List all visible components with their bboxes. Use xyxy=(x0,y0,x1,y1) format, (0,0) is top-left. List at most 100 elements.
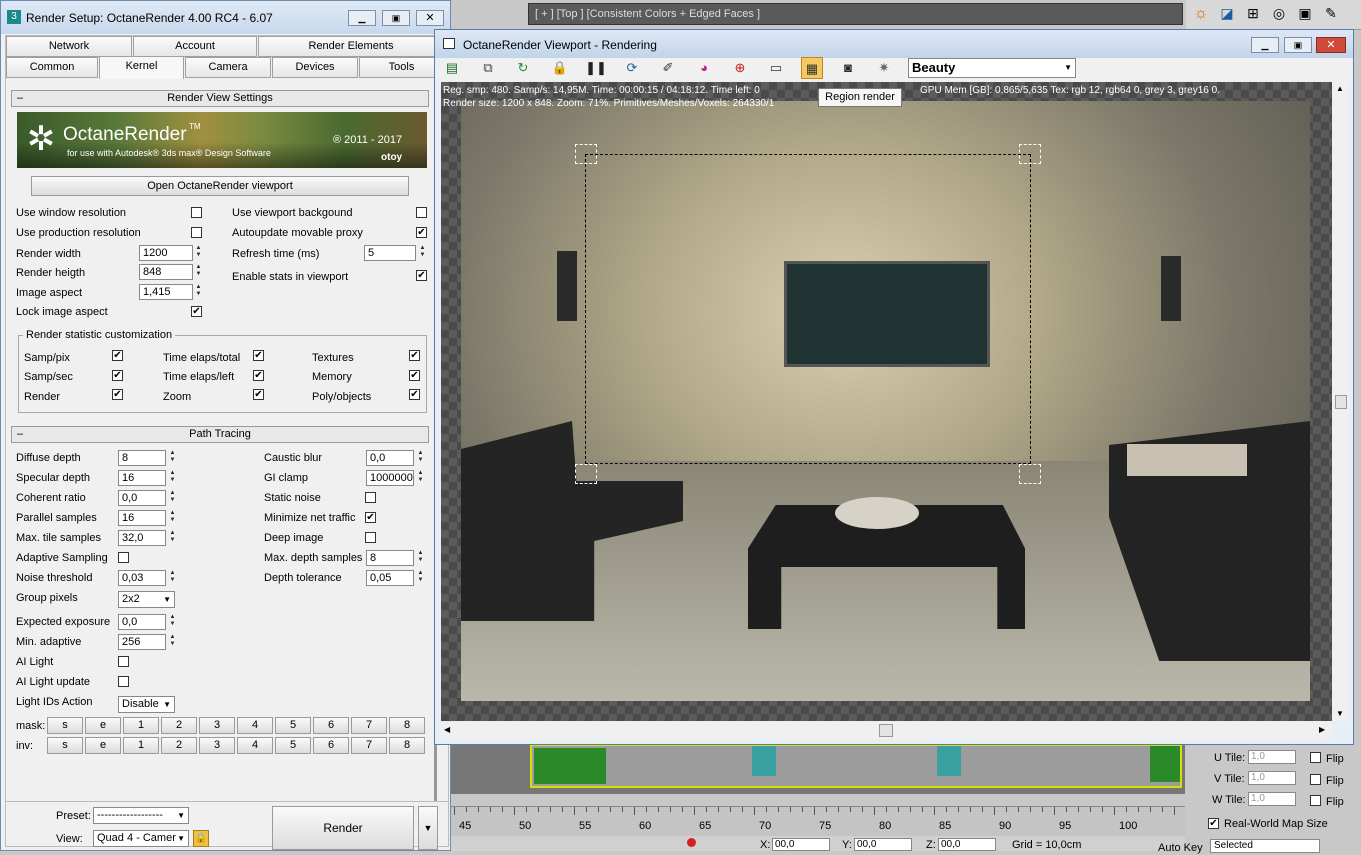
specular-depth-input[interactable]: 16 xyxy=(118,470,166,486)
material-picker-icon[interactable]: ◕ xyxy=(693,57,715,79)
stat-poly-check[interactable]: ✔ xyxy=(409,389,420,400)
render-height-input[interactable]: 848 xyxy=(139,264,193,280)
tab-tools[interactable]: Tools xyxy=(359,57,444,78)
tab-account[interactable]: Account xyxy=(133,36,257,57)
scroll-left-arrow[interactable]: ◀ xyxy=(444,725,450,734)
tab-devices[interactable]: Devices xyxy=(272,57,358,78)
maximize-button[interactable]: ▣ xyxy=(382,10,410,26)
mask-button-s[interactable]: s xyxy=(47,717,83,734)
preset-dropdown[interactable]: ------------------ ▼ xyxy=(93,807,189,824)
camera-icon[interactable]: ◙ xyxy=(837,57,859,79)
scroll-down-arrow[interactable]: ▼ xyxy=(1336,709,1344,718)
render-button[interactable]: Render xyxy=(272,806,414,850)
mask-button-6[interactable]: 6 xyxy=(313,717,349,734)
group-pixels-dropdown[interactable]: 2x2 ▼ xyxy=(118,591,175,608)
image-aspect-spinner[interactable]: ▲ ▼ xyxy=(194,284,203,300)
light-ids-dropdown[interactable]: Disable ▼ xyxy=(118,696,175,713)
render-options-dropdown[interactable]: ▼ xyxy=(418,806,438,850)
viewport-horizontal-scrollbar[interactable]: ◀ ▶ xyxy=(441,722,1332,739)
region-render-icon[interactable]: ▦ xyxy=(801,57,823,79)
target-icon[interactable]: ⊕ xyxy=(729,57,751,79)
close-button[interactable]: ✕ xyxy=(416,10,444,26)
render-setup-titlebar[interactable]: 3 Render Setup: OctaneRender 4.00 RC4 - … xyxy=(1,1,450,34)
tab-camera[interactable]: Camera xyxy=(185,57,271,78)
diffuse-depth-spinner[interactable]: ▲ ▼ xyxy=(168,450,177,466)
inv-button-4[interactable]: 4 xyxy=(237,737,273,754)
w-flip-check[interactable] xyxy=(1310,795,1321,806)
expected-exposure-input[interactable]: 0,0 xyxy=(118,614,166,630)
lock-aspect-check[interactable]: ✔ xyxy=(191,306,202,317)
coord-y-field[interactable]: 00,0 xyxy=(854,838,912,851)
deep-image-check[interactable] xyxy=(365,532,376,543)
tab-network[interactable]: Network xyxy=(6,36,132,57)
inv-button-1[interactable]: 1 xyxy=(123,737,159,754)
stat-render-check[interactable]: ✔ xyxy=(112,389,123,400)
scroll-thumb-h[interactable] xyxy=(879,724,893,737)
region-handle-tr[interactable] xyxy=(1019,144,1041,164)
time-ruler[interactable]: 45 50 55 60 65 70 75 80 85 90 95 100 xyxy=(450,806,1185,836)
restart-icon[interactable]: ↻ xyxy=(512,57,534,79)
pause-icon[interactable]: ❚❚ xyxy=(585,57,607,79)
render-width-input[interactable]: 1200 xyxy=(139,245,193,261)
noise-threshold-spinner[interactable]: ▲ ▼ xyxy=(168,570,177,586)
refresh-time-input[interactable]: 5 xyxy=(364,245,416,261)
tab-render-elements[interactable]: Render Elements xyxy=(258,36,444,57)
inv-button-s[interactable]: s xyxy=(47,737,83,754)
max-top-viewport[interactable]: [ + ] [Top ] [Consistent Colors + Edged … xyxy=(528,3,1183,25)
noise-threshold-input[interactable]: 0,03 xyxy=(118,570,166,586)
region-handle-br[interactable] xyxy=(1019,464,1041,484)
hierarchy-icon[interactable]: ⊞ xyxy=(1242,5,1264,25)
scroll-up-arrow[interactable]: ▲ xyxy=(1336,84,1344,93)
max-tile-spinner[interactable]: ▲ ▼ xyxy=(168,530,177,546)
mask-button-3[interactable]: 3 xyxy=(199,717,235,734)
use-viewport-bg-check[interactable] xyxy=(416,207,427,218)
scroll-right-arrow[interactable]: ▶ xyxy=(1319,725,1325,734)
specular-depth-spinner[interactable]: ▲ ▼ xyxy=(168,470,177,486)
viewport-close-button[interactable]: ✕ xyxy=(1316,37,1346,53)
monitor-icon[interactable]: ▭ xyxy=(765,57,787,79)
min-adaptive-input[interactable]: 256 xyxy=(118,634,166,650)
display-icon[interactable]: ▣ xyxy=(1294,5,1316,25)
ai-light-update-check[interactable] xyxy=(118,676,129,687)
stat-time-total-check[interactable]: ✔ xyxy=(253,350,264,361)
v-flip-check[interactable] xyxy=(1310,774,1321,785)
parallel-samples-input[interactable]: 16 xyxy=(118,510,166,526)
mask-button-8[interactable]: 8 xyxy=(389,717,425,734)
autoupdate-proxy-check[interactable]: ✔ xyxy=(416,227,427,238)
inv-button-7[interactable]: 7 xyxy=(351,737,387,754)
v-tile-field[interactable]: 1,0 xyxy=(1248,771,1296,785)
inv-button-e[interactable]: e xyxy=(85,737,121,754)
stat-textures-check[interactable]: ✔ xyxy=(409,350,420,361)
gi-clamp-spinner[interactable]: ▲ ▼ xyxy=(416,470,425,486)
copy-icon[interactable]: ⧉ xyxy=(477,57,499,79)
coord-x-field[interactable]: 00,0 xyxy=(772,838,830,851)
region-handle-tl[interactable] xyxy=(575,144,597,164)
image-aspect-input[interactable]: 1,415 xyxy=(139,284,193,300)
render-width-spinner[interactable]: ▲ ▼ xyxy=(194,245,203,261)
mask-button-1[interactable]: 1 xyxy=(123,717,159,734)
coherent-ratio-input[interactable]: 0,0 xyxy=(118,490,166,506)
w-tile-field[interactable]: 1,0 xyxy=(1248,792,1296,806)
refresh-time-spinner[interactable]: ▲ ▼ xyxy=(418,245,427,261)
rollout-render-view-settings[interactable]: – Render View Settings xyxy=(11,90,429,107)
region-render-selection[interactable] xyxy=(585,154,1031,464)
lock-icon[interactable]: 🔒 xyxy=(193,830,209,847)
mask-button-2[interactable]: 2 xyxy=(161,717,197,734)
depth-tolerance-spinner[interactable]: ▲ ▼ xyxy=(416,570,425,586)
min-adaptive-spinner[interactable]: ▲ ▼ xyxy=(168,634,177,650)
scroll-thumb-v[interactable] xyxy=(1335,395,1347,409)
render-height-spinner[interactable]: ▲ ▼ xyxy=(194,264,203,280)
minimize-button[interactable]: ▁ xyxy=(348,10,376,26)
use-production-res-check[interactable] xyxy=(191,227,202,238)
sun-icon[interactable]: ☼ xyxy=(1190,5,1212,25)
gi-clamp-input[interactable]: 1000000, xyxy=(366,470,414,486)
mask-button-5[interactable]: 5 xyxy=(275,717,311,734)
ai-light-check[interactable] xyxy=(118,656,129,667)
use-window-res-check[interactable] xyxy=(191,207,202,218)
save-image-icon[interactable]: ▤ xyxy=(441,57,463,79)
lock-icon[interactable]: 🔒 xyxy=(549,57,571,79)
real-world-check[interactable]: ✔ xyxy=(1208,818,1219,829)
auto-key-label[interactable]: Auto Key xyxy=(1158,841,1203,855)
max-depth-samples-input[interactable]: 8 xyxy=(366,550,414,566)
utilities-icon[interactable]: ✎ xyxy=(1320,5,1342,25)
